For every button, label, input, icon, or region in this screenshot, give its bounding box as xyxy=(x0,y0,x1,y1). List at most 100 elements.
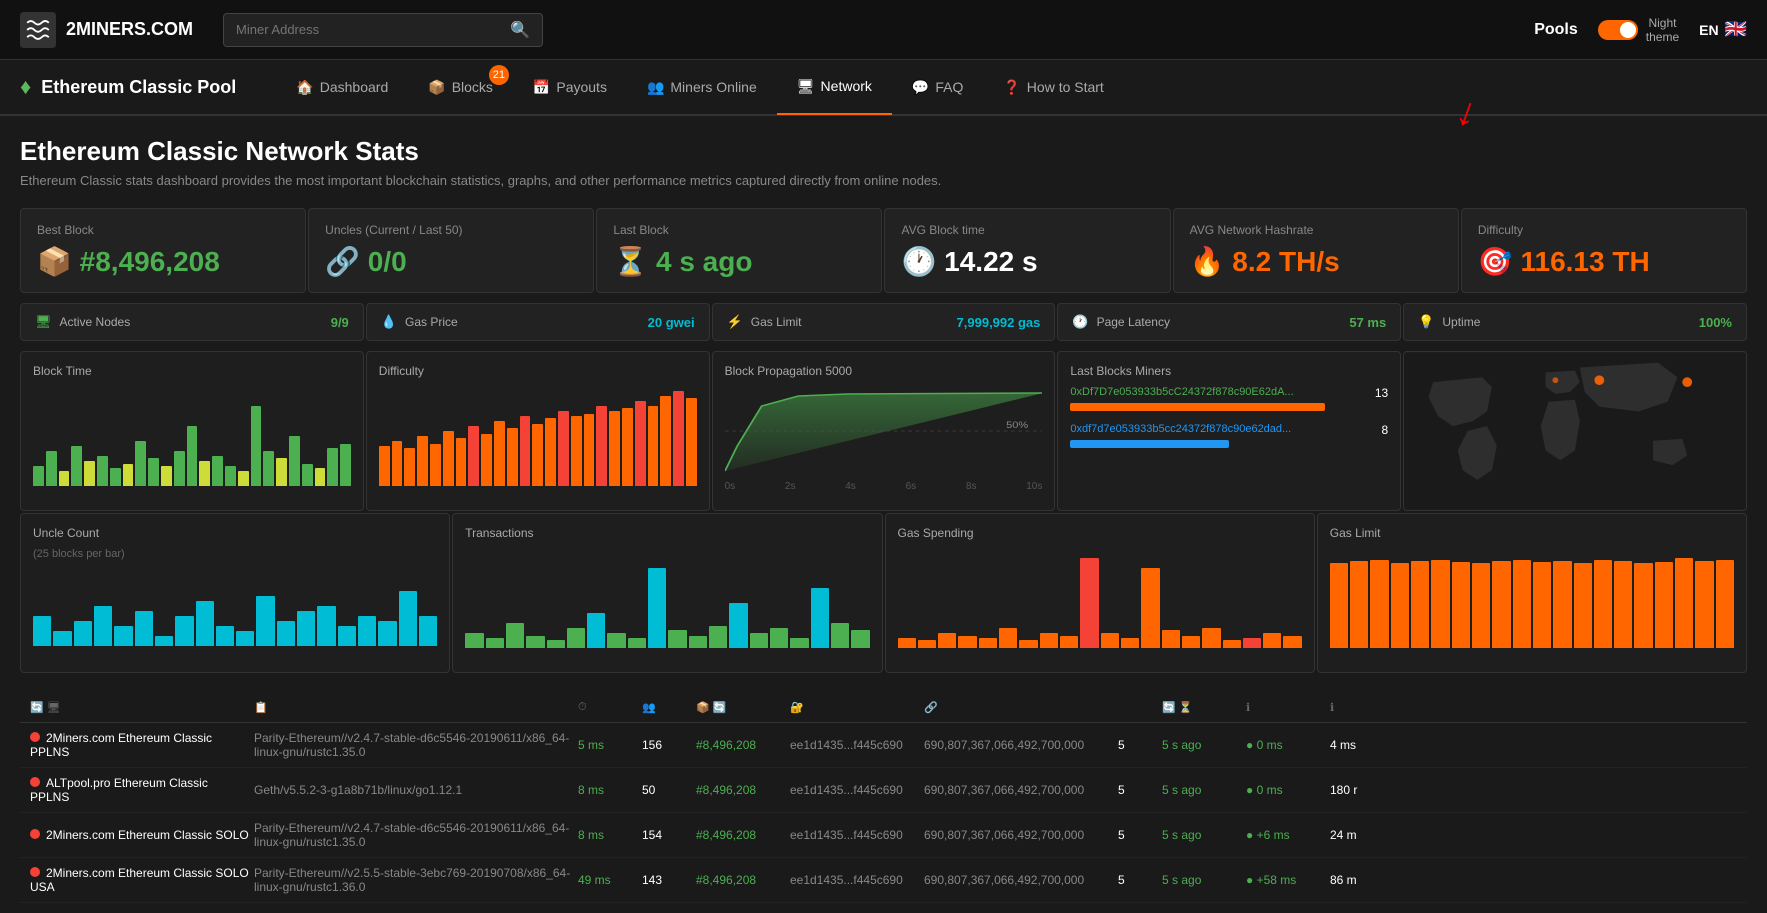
col-header-totaldiff: 🔗 xyxy=(924,701,1114,714)
bar xyxy=(277,621,295,646)
nav-item-network[interactable]: 🖥 Network xyxy=(777,59,892,115)
row1-version: Parity-Ethereum//v2.4.7-stable-d6c5546-2… xyxy=(254,731,574,759)
nav-right: Pools Nighttheme EN 🇬🇧 xyxy=(1534,16,1747,44)
bar xyxy=(404,448,415,486)
logo-area[interactable]: 2MINERS.COM xyxy=(20,12,193,48)
uncle-count-title: Uncle Count xyxy=(33,526,437,540)
miner-count-2: 8 xyxy=(1382,423,1389,437)
row2-lastblock: 5 s ago xyxy=(1162,783,1242,797)
bar xyxy=(1695,561,1713,648)
bar xyxy=(1391,563,1409,648)
row4-version: Parity-Ethereum//v2.5.5-stable-3ebc769-2… xyxy=(254,866,574,894)
miner-bar-2 xyxy=(1070,440,1229,448)
clock-icon: 🕐 xyxy=(901,246,936,277)
metric-gas-limit: ⚡ Gas Limit 7,999,992 gas xyxy=(712,303,1056,341)
nav-item-dashboard[interactable]: 🏠 Dashboard xyxy=(276,59,408,115)
bar xyxy=(811,588,829,648)
metric-gas-limit-label: Gas Limit xyxy=(751,315,802,329)
stat-last-block-label: Last Block xyxy=(613,223,865,237)
metric-gas-price: 💧 Gas Price 20 gwei xyxy=(366,303,710,341)
bar xyxy=(1574,563,1592,648)
row2-peers: 50 xyxy=(642,783,692,797)
chart-last-miners: Last Blocks Miners 0xDf7D7e053933b5cC243… xyxy=(1057,351,1401,511)
nav-items: 🏠 Dashboard 📦 Blocks 21 📅 Payouts 👥 Mine… xyxy=(276,59,1747,115)
bar xyxy=(74,621,92,646)
stat-last-block-value: ⏳ 4 s ago xyxy=(613,245,865,278)
row3-version: Parity-Ethereum//v2.4.7-stable-d6c5546-2… xyxy=(254,821,574,849)
bar xyxy=(302,464,313,486)
col-header-peers: 👥 xyxy=(642,701,692,714)
stat-best-block-value: 📦 #8,496,208 xyxy=(37,245,289,278)
bar xyxy=(938,633,956,648)
bar xyxy=(1330,563,1348,648)
bar xyxy=(378,621,396,646)
charts-row-1: Block Time xyxy=(0,351,1767,511)
charts-row-2: Uncle Count (25 blocks per bar) T xyxy=(0,511,1767,683)
bar xyxy=(417,436,428,486)
bar xyxy=(46,451,57,486)
howto-label: How to Start xyxy=(1027,79,1104,95)
row2-uncles: 5 xyxy=(1118,783,1158,797)
uncles-icon: 🔗 xyxy=(325,246,360,277)
status-dot xyxy=(30,777,40,787)
bar xyxy=(831,623,849,648)
stat-difficulty: Difficulty 🎯 116.13 TH xyxy=(1461,208,1747,293)
metric-uptime-value: 100% xyxy=(1699,315,1732,330)
stat-last-block: Last Block ⏳ 4 s ago xyxy=(596,208,882,293)
nav-item-faq[interactable]: 💬 FAQ xyxy=(892,59,983,115)
bar xyxy=(187,426,198,486)
howto-icon: ❓ xyxy=(1003,79,1020,96)
search-input[interactable] xyxy=(236,22,510,37)
miner-bar-1 xyxy=(1070,403,1324,411)
col-header-block: 📦 🔄 xyxy=(696,701,786,714)
bar xyxy=(729,603,747,648)
bar xyxy=(297,611,315,646)
bar xyxy=(547,640,565,648)
bar xyxy=(315,468,326,486)
bar xyxy=(507,428,518,486)
bar xyxy=(238,471,249,486)
bar xyxy=(59,471,70,486)
stat-best-block-label: Best Block xyxy=(37,223,289,237)
search-bar[interactable]: 🔍 xyxy=(223,13,543,47)
bar xyxy=(587,613,605,648)
blocks-icon: 📦 xyxy=(428,79,445,96)
nav-item-payouts[interactable]: 📅 Payouts xyxy=(513,59,627,115)
bar xyxy=(236,631,254,646)
night-theme-toggle[interactable] xyxy=(1598,20,1638,40)
nav-item-miners[interactable]: 👥 Miners Online xyxy=(627,59,777,115)
bar xyxy=(1040,633,1058,648)
latency-icon: 🕐 xyxy=(1072,314,1088,330)
col-header-uncles xyxy=(1118,701,1158,714)
bar xyxy=(770,628,788,648)
bar xyxy=(622,408,633,486)
table-row: ALTpool.pro Ethereum Classic PPLNS Geth/… xyxy=(20,768,1747,813)
nav-item-blocks[interactable]: 📦 Blocks 21 xyxy=(408,59,513,115)
miner-addr-1: 0xDf7D7e053933b5cC24372f878c90E62dA... xyxy=(1070,386,1293,400)
bar xyxy=(1370,560,1388,648)
metric-gas-price-label: Gas Price xyxy=(405,315,458,329)
row4-diff: 690,807,367,066,492,700,000 xyxy=(924,873,1114,887)
bar xyxy=(1121,638,1139,648)
chart-gas-limit: Gas Limit xyxy=(1317,513,1747,673)
theme-toggle-area[interactable]: Nighttheme xyxy=(1598,16,1679,44)
payouts-icon: 📅 xyxy=(533,79,550,96)
bar xyxy=(135,441,146,486)
bar xyxy=(1634,563,1652,648)
row1-col-latency: 4 ms xyxy=(1330,738,1390,752)
bar xyxy=(520,416,531,486)
row1-block: #8,496,208 xyxy=(696,738,786,752)
uptime-icon: 💡 xyxy=(1418,314,1434,330)
last-miners-title: Last Blocks Miners xyxy=(1070,364,1388,378)
miner-row-1: 0xDf7D7e053933b5cC24372f878c90E62dA... 1… xyxy=(1070,386,1388,411)
logo-icon xyxy=(20,12,56,48)
bar xyxy=(456,438,467,486)
bar xyxy=(1182,636,1200,648)
nav-item-howto[interactable]: ❓ How to Start xyxy=(983,59,1123,115)
bar xyxy=(1655,562,1673,648)
blocks-badge: 21 xyxy=(489,65,509,85)
row3-uncles: 5 xyxy=(1118,828,1158,842)
pools-button[interactable]: Pools xyxy=(1534,21,1578,39)
row1-name: 2Miners.com Ethereum Classic PPLNS xyxy=(30,731,250,759)
language-button[interactable]: EN 🇬🇧 xyxy=(1699,19,1747,40)
